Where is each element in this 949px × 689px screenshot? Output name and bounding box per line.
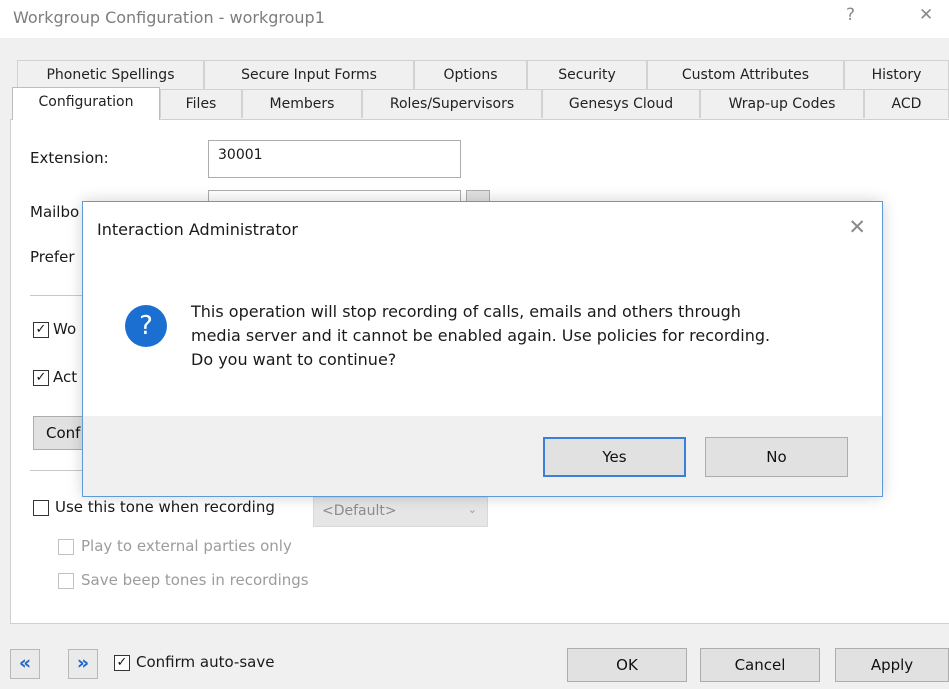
cancel-button[interactable]: Cancel	[700, 648, 820, 682]
dialog-message-line: This operation will stop recording of ca…	[191, 302, 741, 321]
previous-icon[interactable]: «	[10, 649, 40, 679]
ok-button[interactable]: OK	[567, 648, 687, 682]
tone-checkbox-label: Use this tone when recording	[55, 498, 275, 516]
question-icon: ?	[125, 305, 167, 347]
tab-row-lower: Configuration Files Members Roles/Superv…	[0, 87, 949, 120]
dialog-close-icon[interactable]: ✕	[848, 215, 866, 239]
confirm-autosave-label: Confirm auto-save	[136, 653, 275, 671]
dialog-title: Interaction Administrator	[97, 220, 298, 239]
confirm-autosave-checkbox[interactable]: ✓	[114, 655, 130, 671]
tab-roles-supervisors[interactable]: Roles/Supervisors	[362, 89, 542, 118]
tone-select[interactable]: <Default> ⌄	[313, 497, 488, 527]
tab-secure-input-forms[interactable]: Secure Input Forms	[204, 60, 414, 89]
mailbox-label: Mailbo	[30, 203, 80, 221]
no-button[interactable]: No	[705, 437, 848, 477]
active-checkbox[interactable]: ✓	[33, 370, 49, 386]
preferred-label: Prefer	[30, 248, 75, 266]
save-beep-label: Save beep tones in recordings	[81, 571, 309, 589]
help-icon[interactable]: ?	[846, 5, 855, 25]
workgroup-checkbox[interactable]: ✓	[33, 322, 49, 338]
tab-members[interactable]: Members	[242, 89, 362, 118]
dialog-message-line: media server and it cannot be enabled ag…	[191, 326, 771, 345]
dialog-message: This operation will stop recording of ca…	[191, 300, 770, 372]
dialog-button-bar: Yes No	[83, 416, 882, 496]
dialog-message-line: Do you want to continue?	[191, 350, 397, 369]
tone-select-value: <Default>	[322, 503, 397, 519]
apply-button[interactable]: Apply	[835, 648, 949, 682]
tab-acd[interactable]: ACD	[864, 89, 949, 118]
play-external-checkbox[interactable]	[58, 539, 74, 555]
tab-phonetic-spellings[interactable]: Phonetic Spellings	[17, 60, 204, 89]
tab-genesys-cloud[interactable]: Genesys Cloud	[542, 89, 700, 118]
extension-label: Extension:	[30, 149, 109, 167]
tab-security[interactable]: Security	[527, 60, 647, 89]
active-checkbox-label: Act	[53, 368, 78, 386]
tab-wrap-up-codes[interactable]: Wrap-up Codes	[700, 89, 864, 118]
workgroup-checkbox-label: Wo	[53, 320, 77, 338]
window-title: Workgroup Configuration - workgroup1	[13, 8, 325, 27]
play-external-label: Play to external parties only	[81, 537, 292, 555]
tab-history[interactable]: History	[844, 60, 949, 89]
confirmation-dialog: Interaction Administrator ✕ ? This opera…	[82, 201, 883, 497]
chevron-down-icon: ⌄	[467, 503, 477, 516]
close-icon[interactable]: ✕	[919, 5, 933, 25]
tab-configuration[interactable]: Configuration	[12, 87, 160, 120]
tab-row-upper: Phonetic Spellings Secure Input Forms Op…	[0, 60, 949, 90]
yes-button[interactable]: Yes	[543, 437, 686, 477]
title-bar: Workgroup Configuration - workgroup1 ? ✕	[0, 0, 949, 38]
tab-files[interactable]: Files	[160, 89, 242, 118]
tab-options[interactable]: Options	[414, 60, 527, 89]
next-icon[interactable]: »	[68, 649, 98, 679]
tone-checkbox[interactable]	[33, 500, 49, 516]
extension-input[interactable]: 30001	[208, 140, 461, 178]
save-beep-checkbox[interactable]	[58, 573, 74, 589]
tab-custom-attributes[interactable]: Custom Attributes	[647, 60, 844, 89]
